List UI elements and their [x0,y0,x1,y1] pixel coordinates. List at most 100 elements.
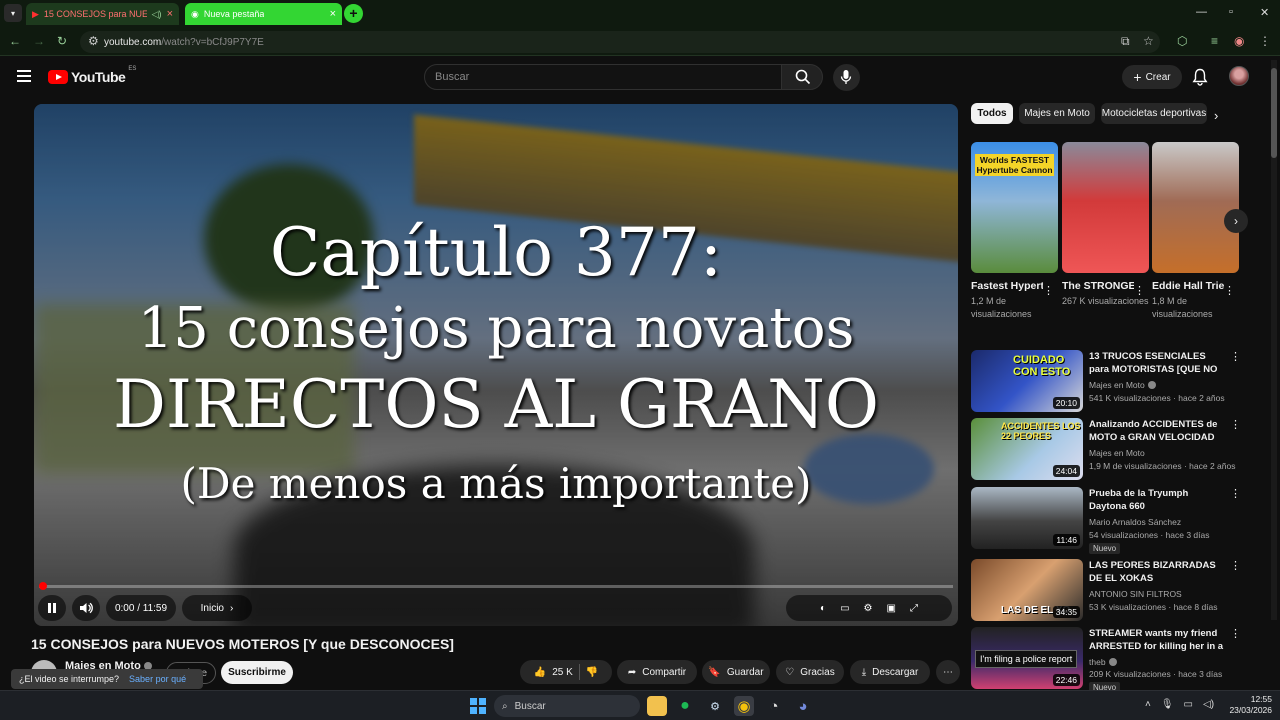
bookmark-star-icon[interactable]: ☆ [1143,34,1154,48]
profile-icon[interactable]: ◉ [1234,34,1244,48]
more-options-icon[interactable]: ⋮ [1230,627,1241,640]
chapter-button[interactable]: Inicio › [182,595,252,621]
youtube-logo[interactable]: YouTube ES [48,66,136,85]
windows-start-icon[interactable] [470,698,486,714]
browser-tab-video[interactable]: ▶ 15 CONSEJOS para NUEVOS MOTEROS [Y que… [26,3,179,25]
video-title: 13 TRUCOS ESENCIALES para MOTORISTAS [QU… [1089,351,1218,375]
chip-all[interactable]: Todos [971,103,1013,124]
more-options-icon[interactable]: ⋮ [1043,284,1054,297]
bookmark-icon: 🔖 [708,666,721,678]
more-options-icon[interactable]: ⋮ [1134,284,1145,297]
settings-gear-icon[interactable]: ⚙ [864,603,873,614]
voice-search-button[interactable] [833,64,860,91]
spotify-icon[interactable]: ● [675,696,695,716]
close-window-icon[interactable]: ✕ [1260,6,1269,19]
video-player[interactable]: Capítulo 377: 15 consejos para novatos D… [34,104,958,626]
chip-channel[interactable]: Majes en Moto [1019,103,1095,124]
like-count: 25 K [552,666,573,678]
pause-icon [48,603,56,613]
scrubber-handle[interactable] [39,582,47,590]
scrollbar-thumb[interactable] [1271,68,1277,158]
page-scrollbar[interactable] [1271,60,1277,620]
more-options-icon[interactable]: ⋮ [1230,487,1241,500]
steam-icon[interactable]: ⚙ [705,696,725,716]
more-options-icon[interactable]: ⋮ [1230,559,1241,572]
more-options-icon[interactable]: ⋮ [1224,284,1235,297]
thumbs-down-icon[interactable]: 👎 [586,667,598,678]
channel-name[interactable]: theb [1089,657,1117,667]
recommended-video[interactable]: LAS DE EL XO 34:35 LAS PEORES BIZARRADAS… [971,559,1248,621]
media-controls-icon[interactable]: ≡ [1211,34,1218,48]
thumbnail-text: ACCIDENTES LOS 22 PEORES [1001,421,1081,441]
like-button[interactable]: 👍 25 K [534,667,573,678]
new-tab-plus-icon[interactable]: + [344,4,363,23]
install-app-icon[interactable]: ⧉ [1121,34,1130,49]
autoplay-toggle-icon[interactable]: ◐ [820,603,826,614]
notifications-bell-icon[interactable] [1192,68,1208,86]
close-tab-icon[interactable]: × [167,8,173,20]
chip-sport-bikes[interactable]: Motocicletas deportivas [1101,103,1207,124]
discord-icon[interactable]: ◕ [793,696,813,716]
short-card[interactable]: The STRONGES... 267 K visualizaciones ⋮ [1062,142,1149,308]
reload-icon[interactable]: ↻ [57,34,67,48]
fullscreen-icon[interactable]: ⤢ [910,603,918,614]
thanks-button[interactable]: ♡ Gracias [776,660,844,684]
theater-mode-icon[interactable]: ▣ [887,603,896,614]
address-bar[interactable]: youtube.com/watch?v=bCfJ9P7Y7E [80,31,1160,53]
channel-name[interactable]: ANTONIO SIN FILTROS [1089,589,1182,599]
search-input[interactable]: Buscar [424,64,782,90]
hamburger-menu-icon[interactable] [17,70,31,82]
recommended-video[interactable]: ACCIDENTES LOS 22 PEORES 24:04 Analizand… [971,418,1248,480]
shorts-next-chevron-icon[interactable]: › [1224,209,1248,233]
tray-overflow-chevron-icon[interactable]: ˄ [1145,699,1151,710]
save-button[interactable]: 🔖 Guardar [702,660,770,684]
close-tab-icon[interactable]: × [330,8,336,20]
more-actions-icon[interactable]: ⋯ [936,660,960,684]
maximize-icon[interactable]: ▫ [1229,6,1233,18]
channel-name[interactable]: Majes en Moto [1089,448,1145,458]
audio-playing-icon[interactable]: ◁) [152,9,162,20]
short-card[interactable]: Eddie Hall Tries to ... 1,8 M de visuali… [1152,142,1239,321]
short-card[interactable]: Worlds FASTEST Hypertube Cannon Fastest … [971,142,1058,321]
extensions-icon[interactable]: ⬡ [1177,34,1187,48]
duration-badge: 22:46 [1052,674,1080,686]
microphone-tray-icon[interactable]: 🎙 [1161,699,1174,710]
subscribe-button[interactable]: Suscribirme [221,661,293,684]
minimize-icon[interactable]: — [1196,6,1207,18]
recommended-video[interactable]: CUIDADO CON ESTO 20:10 13 TRUCOS ESENCIA… [971,350,1248,412]
more-options-icon[interactable]: ⋮ [1230,350,1241,363]
forward-arrow-icon[interactable]: → [33,34,45,48]
download-button[interactable]: ⤓ Descargar [850,660,930,684]
pause-button[interactable] [38,595,66,621]
taskbar-clock[interactable]: 12:55 23/03/2026 [1226,694,1272,716]
video-title: Prueba de la Tryumph Daytona 660 [1089,488,1189,512]
browser-tab-new[interactable]: ◉ Nueva pestaña × [185,3,342,25]
taskbar-search-input[interactable]: ⌕ Buscar [494,695,640,717]
site-info-icon[interactable]: ⚙ [88,34,99,48]
channel-name[interactable]: Mario Arnaldos Sánchez [1089,517,1181,527]
overlay-line-2: 15 consejos para novatos [137,296,855,361]
system-tray: ˄ 🎙 ▭ ◁) [1145,699,1214,710]
network-icon[interactable]: ▭ [1184,699,1193,710]
share-button[interactable]: ➦ Compartir [617,660,697,684]
chrome-menu-icon[interactable]: ⋮ [1259,34,1271,48]
back-arrow-icon[interactable]: ← [9,34,21,48]
more-options-icon[interactable]: ⋮ [1230,418,1241,431]
recommended-video[interactable]: 11:46 Prueba de la Tryumph Daytona 660 M… [971,487,1248,554]
clock-app-icon[interactable]: ◔ [764,696,784,716]
tab-list-chevron-icon[interactable]: ▾ [4,4,22,22]
file-explorer-icon[interactable] [647,696,667,716]
chrome-icon[interactable]: ◉ [734,696,754,716]
create-button[interactable]: + Crear [1122,65,1182,89]
toast-learn-more-link[interactable]: Saber por qué [129,674,186,684]
chips-next-chevron-icon[interactable]: › [1214,108,1218,123]
search-button[interactable] [781,64,823,90]
progress-bar[interactable] [39,582,953,590]
volume-button[interactable] [72,595,100,621]
account-avatar[interactable] [1229,66,1249,86]
channel-name[interactable]: Majes en Moto [1089,380,1156,390]
subtitles-icon[interactable]: ▭ [840,603,849,614]
speaker-icon[interactable]: ◁) [1203,699,1214,710]
video-thumbnail: 11:46 [971,487,1083,549]
video-title: Analizando ACCIDENTES de MOTO a GRAN VEL… [1089,419,1218,443]
